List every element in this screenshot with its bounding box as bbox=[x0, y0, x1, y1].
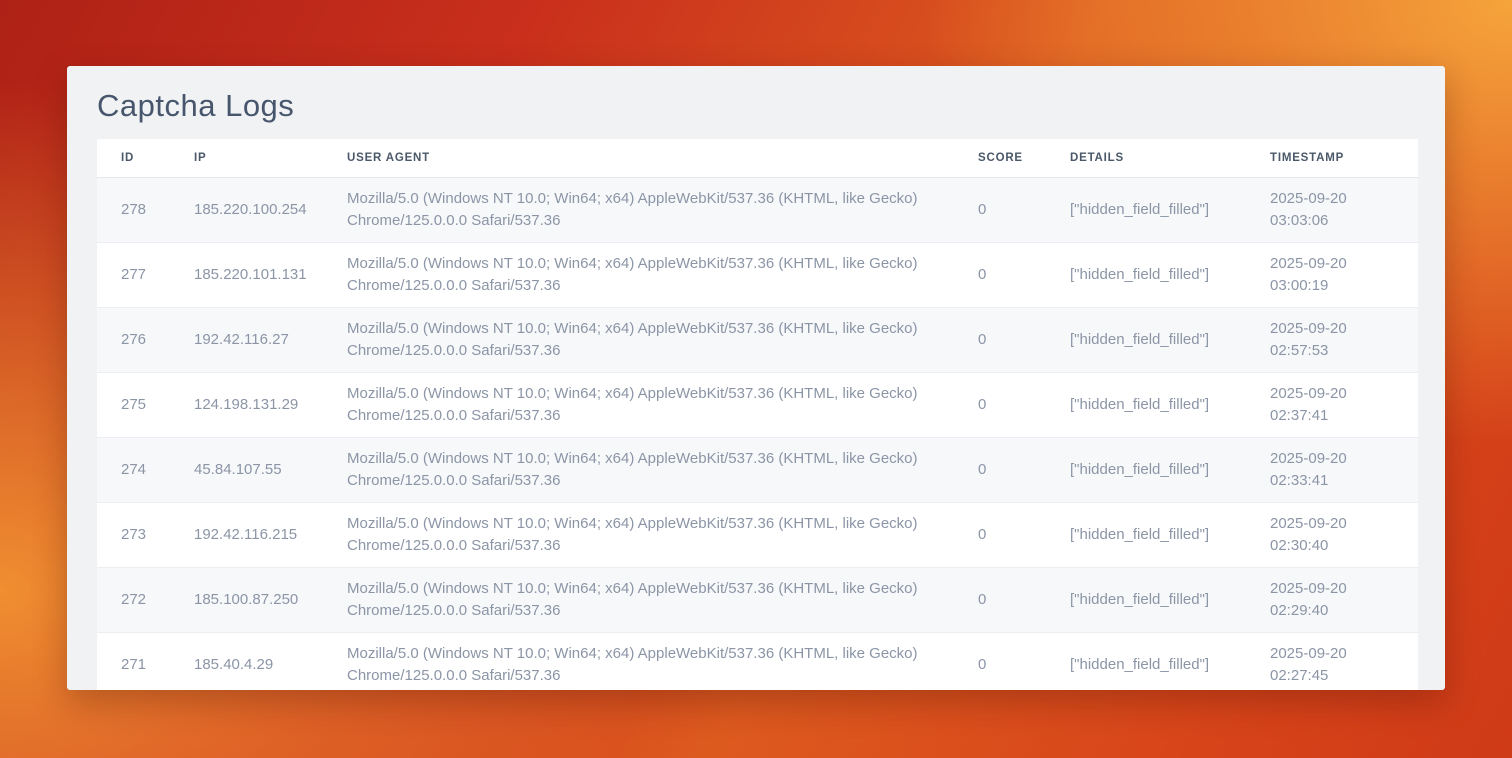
cell-timestamp: 2025-09-20 02:33:41 bbox=[1270, 437, 1418, 502]
cell-id: 275 bbox=[97, 372, 194, 437]
cell-ip: 185.220.101.131 bbox=[194, 242, 347, 307]
cell-ip: 192.42.116.27 bbox=[194, 307, 347, 372]
cell-ip: 45.84.107.55 bbox=[194, 437, 347, 502]
cell-details: ["hidden_field_filled"] bbox=[1070, 372, 1270, 437]
cell-score: 0 bbox=[978, 632, 1070, 690]
table-row: 273192.42.116.215Mozilla/5.0 (Windows NT… bbox=[97, 502, 1418, 567]
cell-user-agent: Mozilla/5.0 (Windows NT 10.0; Win64; x64… bbox=[347, 567, 978, 632]
table-row: 278185.220.100.254Mozilla/5.0 (Windows N… bbox=[97, 177, 1418, 242]
cell-user-agent: Mozilla/5.0 (Windows NT 10.0; Win64; x64… bbox=[347, 372, 978, 437]
column-header-details: DETAILS bbox=[1070, 139, 1270, 177]
cell-id: 273 bbox=[97, 502, 194, 567]
captcha-logs-table: ID IP USER AGENT SCORE DETAILS TIMESTAMP… bbox=[97, 139, 1418, 690]
cell-score: 0 bbox=[978, 567, 1070, 632]
captcha-logs-table-container: ID IP USER AGENT SCORE DETAILS TIMESTAMP… bbox=[97, 139, 1418, 690]
cell-user-agent: Mozilla/5.0 (Windows NT 10.0; Win64; x64… bbox=[347, 177, 978, 242]
cell-details: ["hidden_field_filled"] bbox=[1070, 437, 1270, 502]
cell-id: 274 bbox=[97, 437, 194, 502]
cell-id: 271 bbox=[97, 632, 194, 690]
table-row: 277185.220.101.131Mozilla/5.0 (Windows N… bbox=[97, 242, 1418, 307]
column-header-timestamp: TIMESTAMP bbox=[1270, 139, 1418, 177]
cell-user-agent: Mozilla/5.0 (Windows NT 10.0; Win64; x64… bbox=[347, 502, 978, 567]
cell-user-agent: Mozilla/5.0 (Windows NT 10.0; Win64; x64… bbox=[347, 307, 978, 372]
cell-details: ["hidden_field_filled"] bbox=[1070, 242, 1270, 307]
cell-score: 0 bbox=[978, 307, 1070, 372]
column-header-id: ID bbox=[97, 139, 194, 177]
cell-user-agent: Mozilla/5.0 (Windows NT 10.0; Win64; x64… bbox=[347, 632, 978, 690]
column-header-ip: IP bbox=[194, 139, 347, 177]
cell-id: 276 bbox=[97, 307, 194, 372]
cell-score: 0 bbox=[978, 437, 1070, 502]
cell-details: ["hidden_field_filled"] bbox=[1070, 502, 1270, 567]
captcha-logs-card: Captcha Logs ID IP USER AGENT SCORE DETA… bbox=[67, 66, 1445, 690]
table-row: 276192.42.116.27Mozilla/5.0 (Windows NT … bbox=[97, 307, 1418, 372]
cell-timestamp: 2025-09-20 03:00:19 bbox=[1270, 242, 1418, 307]
cell-timestamp: 2025-09-20 02:27:45 bbox=[1270, 632, 1418, 690]
cell-timestamp: 2025-09-20 02:57:53 bbox=[1270, 307, 1418, 372]
table-body: 278185.220.100.254Mozilla/5.0 (Windows N… bbox=[97, 177, 1418, 690]
cell-timestamp: 2025-09-20 03:03:06 bbox=[1270, 177, 1418, 242]
table-header-row: ID IP USER AGENT SCORE DETAILS TIMESTAMP bbox=[97, 139, 1418, 177]
table-row: 275124.198.131.29Mozilla/5.0 (Windows NT… bbox=[97, 372, 1418, 437]
cell-ip: 185.100.87.250 bbox=[194, 567, 347, 632]
cell-ip: 185.220.100.254 bbox=[194, 177, 347, 242]
cell-details: ["hidden_field_filled"] bbox=[1070, 307, 1270, 372]
cell-timestamp: 2025-09-20 02:29:40 bbox=[1270, 567, 1418, 632]
cell-ip: 185.40.4.29 bbox=[194, 632, 347, 690]
cell-score: 0 bbox=[978, 177, 1070, 242]
cell-score: 0 bbox=[978, 242, 1070, 307]
cell-ip: 192.42.116.215 bbox=[194, 502, 347, 567]
cell-user-agent: Mozilla/5.0 (Windows NT 10.0; Win64; x64… bbox=[347, 242, 978, 307]
column-header-user-agent: USER AGENT bbox=[347, 139, 978, 177]
table-row: 272185.100.87.250Mozilla/5.0 (Windows NT… bbox=[97, 567, 1418, 632]
cell-details: ["hidden_field_filled"] bbox=[1070, 632, 1270, 690]
cell-ip: 124.198.131.29 bbox=[194, 372, 347, 437]
cell-timestamp: 2025-09-20 02:37:41 bbox=[1270, 372, 1418, 437]
column-header-score: SCORE bbox=[978, 139, 1070, 177]
cell-id: 278 bbox=[97, 177, 194, 242]
table-row: 27445.84.107.55Mozilla/5.0 (Windows NT 1… bbox=[97, 437, 1418, 502]
cell-score: 0 bbox=[978, 372, 1070, 437]
cell-timestamp: 2025-09-20 02:30:40 bbox=[1270, 502, 1418, 567]
cell-id: 272 bbox=[97, 567, 194, 632]
cell-id: 277 bbox=[97, 242, 194, 307]
cell-user-agent: Mozilla/5.0 (Windows NT 10.0; Win64; x64… bbox=[347, 437, 978, 502]
cell-details: ["hidden_field_filled"] bbox=[1070, 567, 1270, 632]
cell-score: 0 bbox=[978, 502, 1070, 567]
page-title: Captcha Logs bbox=[97, 88, 1445, 124]
cell-details: ["hidden_field_filled"] bbox=[1070, 177, 1270, 242]
table-row: 271185.40.4.29Mozilla/5.0 (Windows NT 10… bbox=[97, 632, 1418, 690]
